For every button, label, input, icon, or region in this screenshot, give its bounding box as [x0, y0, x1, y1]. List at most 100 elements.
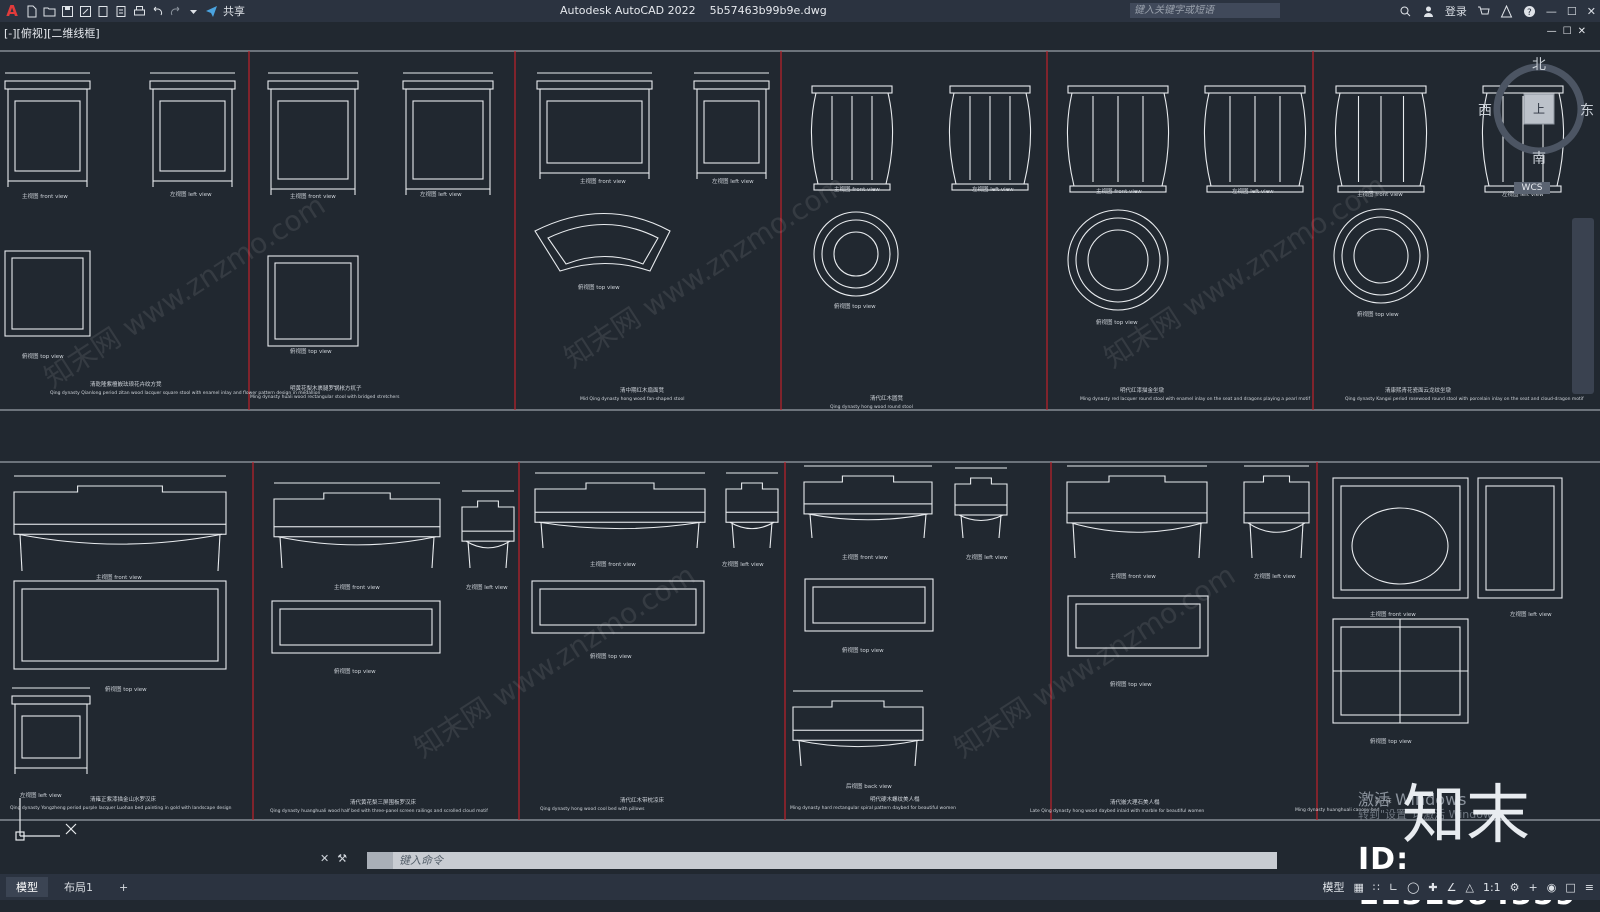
cad-drawing[interactable]: 主视图 front view 左视图 left view 俯视图 top view 主…: [0, 46, 1600, 852]
command-input[interactable]: 键入命令: [367, 852, 1277, 869]
isodraft-icon[interactable]: ∠: [1447, 881, 1457, 894]
polar-icon[interactable]: ◯: [1407, 881, 1419, 894]
b4-back-railing: [792, 700, 924, 731]
b5-front-apron: [1070, 522, 1204, 533]
s1-left-body: [152, 88, 233, 182]
snap-icon[interactable]: ∷: [1373, 881, 1380, 894]
view-label: 左视图 left view: [966, 553, 1008, 561]
compass-south[interactable]: 南: [1532, 148, 1546, 168]
s3-top-fan: [534, 213, 671, 272]
drawing-canvas[interactable]: 主视图 front view 左视图 left view 俯视图 top view 主…: [0, 46, 1600, 852]
maximize-icon[interactable]: ☐: [1567, 5, 1577, 18]
s3-top-fan-inner: [547, 224, 659, 265]
viewport-label[interactable]: [-][俯视][二维线框]: [4, 25, 100, 41]
b4-back-seat: [792, 729, 924, 741]
tab-layout1[interactable]: 布局1: [54, 877, 103, 897]
view-label: 主视图 front view: [842, 553, 888, 561]
navigation-bar[interactable]: [1572, 218, 1594, 394]
s4-top-outer: [813, 211, 899, 297]
save-icon[interactable]: [61, 5, 74, 18]
b3-front-seat: [534, 511, 706, 523]
view-label: 主视图 front view: [334, 583, 380, 591]
annotation-scale[interactable]: 1:1: [1483, 881, 1501, 894]
section-title-en: Ming dynasty huali wood rectangular stoo…: [250, 394, 400, 400]
osnap-icon[interactable]: ✚: [1428, 881, 1437, 894]
undo-icon[interactable]: [151, 5, 164, 18]
b1-top-outer: [13, 580, 227, 670]
tab-model[interactable]: 模型: [6, 877, 48, 897]
share-button-label[interactable]: 共享: [223, 3, 245, 19]
quick-access-toolbar: A 共享: [0, 2, 245, 20]
b1-left-seat: [11, 695, 91, 705]
open-folder-icon[interactable]: [43, 5, 56, 18]
viewcube-top-face[interactable]: 上: [1533, 100, 1545, 117]
close-icon[interactable]: ✕: [1587, 5, 1596, 18]
redo-icon[interactable]: [169, 5, 182, 18]
autodesk-app-icon[interactable]: [1500, 4, 1513, 18]
b2-front-leg: [431, 536, 435, 569]
wcs-menu[interactable]: WCS: [1514, 182, 1550, 194]
share-icon[interactable]: [205, 5, 218, 18]
s1-top-outer: [4, 250, 91, 337]
s3-left-body: [696, 88, 767, 174]
autocad-logo-icon[interactable]: A: [4, 2, 20, 20]
b4-left-seat: [954, 504, 1008, 516]
add-icon[interactable]: +: [1529, 881, 1538, 894]
b1-front-railing: [13, 485, 227, 525]
help-icon[interactable]: ?: [1523, 5, 1536, 18]
section-title: 清代红木圆凳: [870, 394, 904, 402]
close-command-icon[interactable]: ✕: [320, 852, 329, 865]
b3-front-apron: [538, 521, 702, 530]
print-icon[interactable]: [133, 5, 146, 18]
b4-front-leg: [809, 513, 813, 539]
command-line-controls: ✕ ⚒: [320, 852, 347, 865]
command-history-icon[interactable]: [367, 852, 393, 869]
s2-front-body: [270, 88, 356, 190]
s4-top-inner: [821, 219, 891, 289]
user-icon[interactable]: [1422, 5, 1435, 18]
b4-front-seat: [803, 503, 933, 515]
b1-left-apron: [21, 715, 81, 759]
view-label: 俯视图 top view: [1370, 737, 1412, 745]
isolate-objects-icon[interactable]: ◉: [1547, 881, 1557, 894]
b3-left-leg: [769, 522, 773, 549]
customize-menu-icon[interactable]: ≡: [1585, 881, 1594, 894]
compass-west[interactable]: 西: [1478, 100, 1492, 120]
section-title: 清代嵌大理石美人榻: [1110, 798, 1160, 806]
workspace-gear-icon[interactable]: ⚙: [1510, 881, 1520, 894]
viewcube[interactable]: 北 南 西 东 上: [1478, 54, 1594, 167]
save-as-icon[interactable]: [79, 5, 92, 18]
b4-back-apron: [796, 739, 920, 748]
minimize-icon[interactable]: —: [1546, 5, 1557, 18]
fullscreen-icon[interactable]: □: [1565, 881, 1575, 894]
view-label: 俯视图 top view: [1357, 310, 1399, 318]
search-input[interactable]: 键入关键字或短语: [1130, 3, 1280, 18]
new-file-icon[interactable]: [25, 5, 38, 18]
view-label: 左视图 left view: [420, 190, 462, 198]
search-icon[interactable]: [1399, 5, 1412, 18]
b4-left-apron: [958, 514, 1004, 522]
cart-icon[interactable]: [1477, 5, 1490, 18]
save-web-icon[interactable]: [115, 5, 128, 18]
open-web-icon[interactable]: [97, 5, 110, 18]
view-label: 左视图 left view: [1254, 572, 1296, 580]
section-title-en: Qing dynasty huanghuali wood half bed wi…: [270, 808, 488, 814]
login-button[interactable]: 登录: [1445, 3, 1467, 19]
model-space-button[interactable]: 模型: [1322, 879, 1344, 895]
annotation-visibility-icon[interactable]: △: [1466, 881, 1474, 894]
b5-front-seat: [1066, 512, 1208, 524]
furniture-drawings: [4, 72, 1565, 774]
drawing-window-controls[interactable]: —☐✕: [1547, 26, 1592, 37]
ortho-icon[interactable]: ∟: [1389, 881, 1398, 894]
b6-left-outer: [1477, 477, 1563, 599]
compass-north[interactable]: 北: [1532, 54, 1546, 74]
customize-command-icon[interactable]: ⚒: [337, 852, 347, 865]
b3-front-leg: [540, 522, 544, 549]
compass-east[interactable]: 东: [1580, 100, 1594, 120]
b1-front-seat: [13, 523, 227, 535]
grid-icon[interactable]: ▦: [1353, 881, 1363, 894]
customize-dropdown-icon[interactable]: [187, 5, 200, 18]
add-layout-button[interactable]: +: [109, 879, 138, 896]
section-title: 明代硬木螺纹美人榻: [870, 795, 920, 803]
section-dividers: [248, 51, 1318, 820]
